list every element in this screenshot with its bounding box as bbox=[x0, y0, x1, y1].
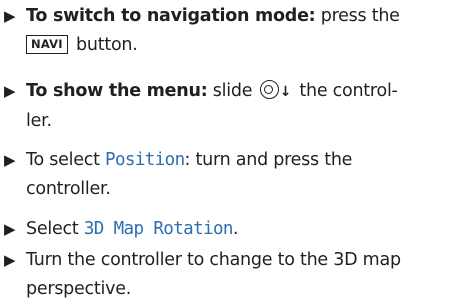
step-text-part: slide bbox=[207, 81, 253, 101]
step-text-part: button. bbox=[70, 35, 138, 55]
down-arrow-icon: ↓ bbox=[279, 84, 292, 100]
step-text: To switch to navigation mode: press the … bbox=[26, 2, 462, 60]
step-text-part: To select bbox=[26, 150, 106, 170]
bullet-arrow-icon: ▶ bbox=[4, 151, 16, 169]
step-text-part: press the bbox=[315, 6, 400, 26]
step-text-part: Turn the controller to change to the 3D … bbox=[26, 250, 401, 270]
step-text-part: ler. bbox=[26, 111, 52, 131]
bullet-arrow-icon: ▶ bbox=[4, 82, 16, 100]
step-text-part: : turn and press the bbox=[184, 150, 353, 170]
step-heading: To show the menu: bbox=[26, 81, 208, 101]
bullet-arrow-icon: ▶ bbox=[4, 7, 16, 25]
step-text-part: Select bbox=[26, 219, 84, 239]
bullet-arrow-icon: ▶ bbox=[4, 220, 16, 238]
step-text: Select 3D Map Rotation. bbox=[26, 215, 462, 244]
step-text-part: the control- bbox=[294, 81, 398, 101]
controller-slide-down-icon bbox=[259, 80, 279, 99]
step-text-part: perspective. bbox=[26, 279, 132, 299]
navi-key-label: NAVI bbox=[26, 35, 68, 54]
step-text: Turn the controller to change to the 3D … bbox=[26, 246, 462, 304]
bullet-arrow-icon: ▶ bbox=[4, 251, 16, 269]
step-heading: To switch to navigation mode: bbox=[26, 6, 316, 26]
step-text-part: . bbox=[232, 219, 239, 239]
step-text-part: controller. bbox=[26, 179, 111, 199]
menu-item-3d-map-rotation: 3D Map Rotation bbox=[83, 219, 234, 239]
step-text: To show the menu: slide ↓ the control- l… bbox=[26, 77, 462, 136]
step-text: To select Position: turn and press the c… bbox=[26, 146, 462, 204]
menu-item-position: Position bbox=[105, 150, 185, 170]
